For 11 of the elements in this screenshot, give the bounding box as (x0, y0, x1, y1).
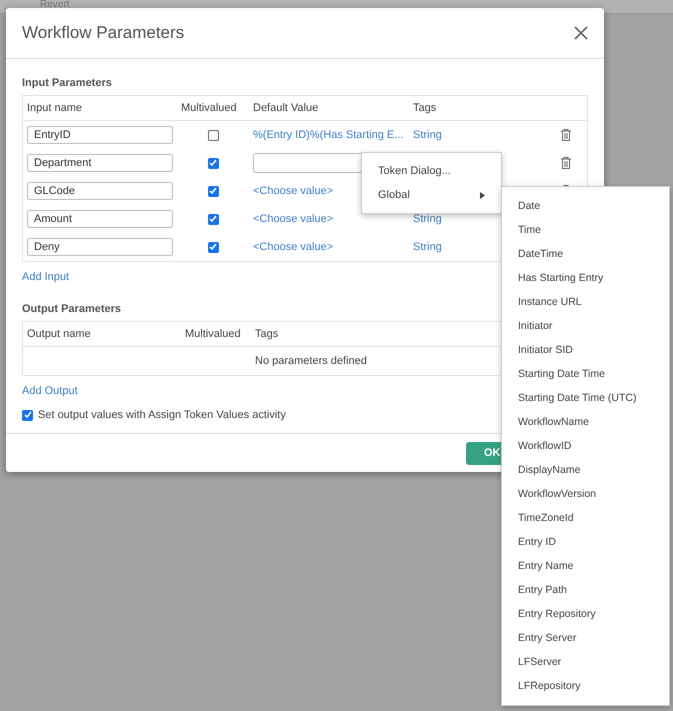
dialog-title: Workflow Parameters (22, 23, 184, 43)
column-header: Input name (22, 96, 177, 120)
column-header: Default Value (249, 96, 409, 120)
column-header: Multivalued (181, 322, 251, 346)
empty-message: No parameters defined (255, 355, 367, 367)
option-label: Set output values with Assign Token Values activity (38, 409, 286, 421)
section-title: Input Parameters (22, 77, 113, 89)
column-header: Tags (409, 96, 507, 120)
column-header: Multivalued (177, 96, 249, 120)
column-header: Output name (22, 322, 181, 346)
section-title: Output Parameters (22, 303, 122, 315)
